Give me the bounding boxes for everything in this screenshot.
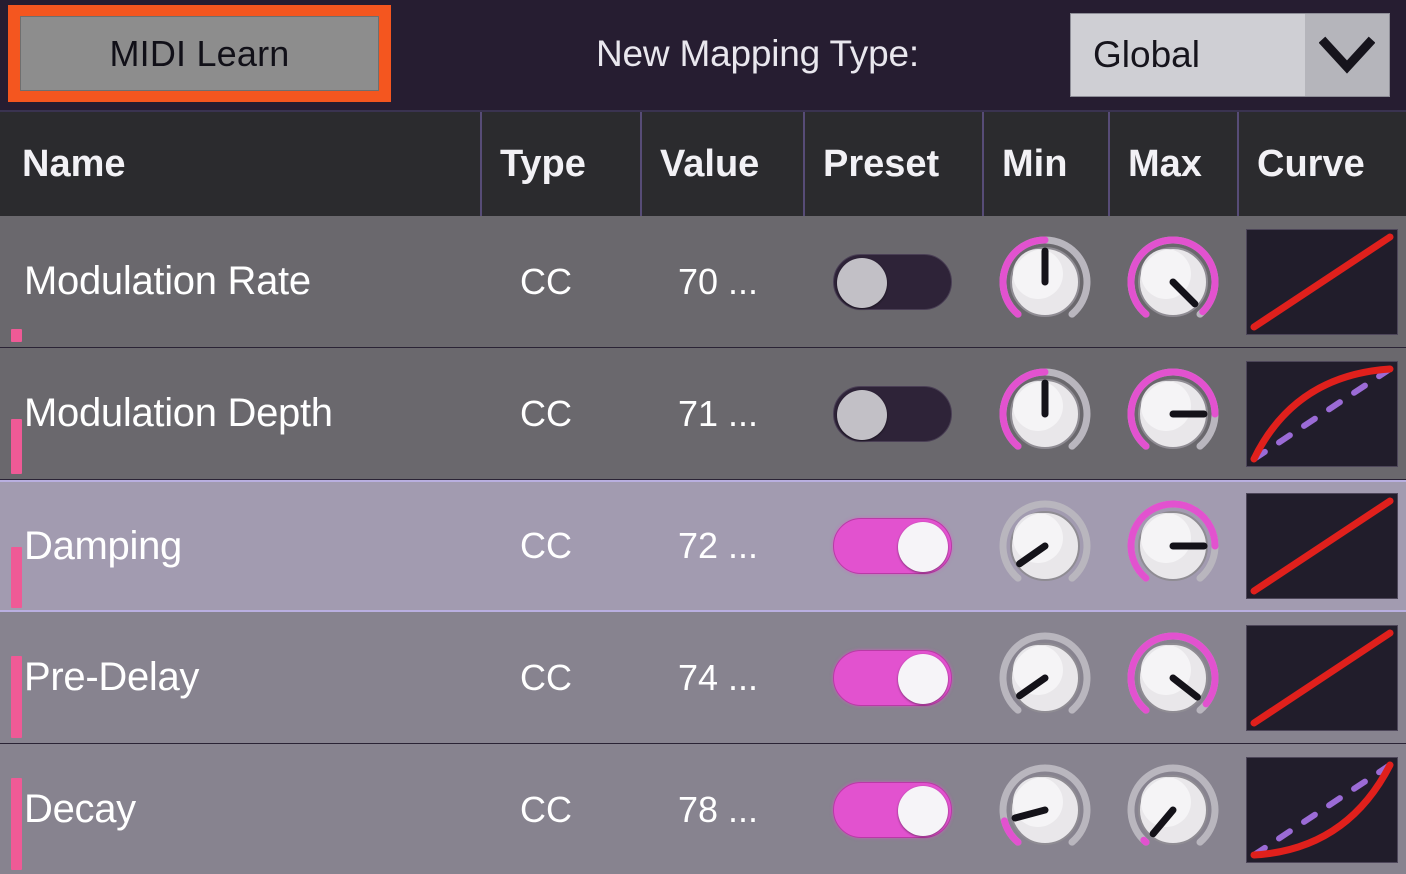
mapping-table: Name Type Value Preset Min Max Curve Modulatio…: [0, 110, 1406, 874]
toggle-thumb: [898, 653, 948, 704]
curve-thumbnail[interactable]: [1245, 360, 1398, 467]
cell-min: [982, 744, 1108, 874]
cell-mapping-type[interactable]: CC: [502, 482, 662, 610]
column-header-name[interactable]: Name: [0, 112, 480, 216]
table-row[interactable]: Damping CC 72 ...: [0, 480, 1406, 612]
table-row[interactable]: Modulation Rate CC 70 ...: [0, 216, 1406, 348]
toolbar: MIDI Learn New Mapping Type: Global: [0, 0, 1406, 110]
min-knob[interactable]: [996, 365, 1094, 463]
cell-preset: [803, 612, 982, 743]
new-mapping-type-value: Global: [1071, 14, 1305, 96]
cell-parameter-name[interactable]: Modulation Rate: [0, 216, 480, 347]
cell-min: [982, 216, 1108, 347]
chevron-down-icon: [1305, 14, 1389, 96]
new-mapping-type-dropdown[interactable]: Global: [1070, 13, 1390, 97]
toggle-thumb: [837, 389, 887, 440]
cell-curve: [1237, 744, 1406, 874]
min-knob[interactable]: [996, 629, 1094, 727]
cell-preset: [803, 744, 982, 874]
preset-toggle[interactable]: [833, 781, 952, 838]
cell-preset: [803, 216, 982, 347]
min-knob[interactable]: [996, 497, 1094, 595]
preset-toggle[interactable]: [833, 385, 952, 442]
max-knob[interactable]: [1124, 497, 1222, 595]
cell-curve: [1237, 216, 1406, 347]
curve-thumbnail[interactable]: [1245, 493, 1398, 599]
column-header-value[interactable]: Value: [640, 112, 803, 216]
cell-cc-value[interactable]: 71 ...: [660, 348, 823, 479]
cell-parameter-name[interactable]: Decay: [0, 744, 480, 874]
table-header-row: Name Type Value Preset Min Max Curve: [0, 110, 1406, 216]
min-knob[interactable]: [996, 233, 1094, 331]
table-row[interactable]: Pre-Delay CC 74 ...: [0, 612, 1406, 744]
column-header-max[interactable]: Max: [1108, 112, 1237, 216]
cell-mapping-type[interactable]: CC: [502, 348, 662, 479]
cell-parameter-name[interactable]: Modulation Depth: [0, 348, 480, 479]
max-knob[interactable]: [1124, 233, 1222, 331]
cell-preset: [803, 348, 982, 479]
table-body: Modulation Rate CC 70 ... Modulation Depth…: [0, 216, 1406, 874]
preset-toggle[interactable]: [833, 649, 952, 706]
column-header-type[interactable]: Type: [480, 112, 640, 216]
cell-max: [1108, 216, 1237, 347]
cell-curve: [1237, 482, 1406, 610]
toggle-thumb: [898, 522, 948, 572]
cell-curve: [1237, 348, 1406, 479]
min-knob[interactable]: [996, 761, 1094, 859]
preset-toggle[interactable]: [833, 518, 952, 574]
cell-max: [1108, 612, 1237, 743]
curve-thumbnail[interactable]: [1245, 624, 1398, 731]
midi-learn-highlight: MIDI Learn: [8, 5, 391, 102]
cell-parameter-name[interactable]: Damping: [0, 482, 480, 610]
cell-mapping-type[interactable]: CC: [502, 744, 662, 874]
new-mapping-type-label: New Mapping Type:: [596, 33, 919, 74]
cell-min: [982, 482, 1108, 610]
cell-cc-value[interactable]: 72 ...: [660, 482, 823, 610]
midi-mapping-window: MIDI Learn New Mapping Type: Global Name…: [0, 0, 1406, 874]
cell-curve: [1237, 612, 1406, 743]
cell-max: [1108, 482, 1237, 610]
max-knob[interactable]: [1124, 629, 1222, 727]
column-header-min[interactable]: Min: [982, 112, 1108, 216]
cell-mapping-type[interactable]: CC: [502, 612, 662, 743]
toggle-thumb: [837, 257, 887, 308]
max-knob[interactable]: [1124, 761, 1222, 859]
curve-thumbnail[interactable]: [1245, 756, 1398, 863]
cell-preset: [803, 482, 982, 610]
cell-cc-value[interactable]: 74 ...: [660, 612, 823, 743]
midi-learn-button[interactable]: MIDI Learn: [20, 16, 379, 91]
preset-toggle[interactable]: [833, 253, 952, 310]
cell-parameter-name[interactable]: Pre-Delay: [0, 612, 480, 743]
table-row[interactable]: Modulation Depth CC 71 ...: [0, 348, 1406, 480]
column-header-curve[interactable]: Curve: [1237, 112, 1406, 216]
curve-thumbnail[interactable]: [1245, 228, 1398, 335]
cell-max: [1108, 348, 1237, 479]
cell-min: [982, 348, 1108, 479]
toggle-thumb: [898, 785, 948, 836]
cell-mapping-type[interactable]: CC: [502, 216, 662, 347]
table-row[interactable]: Decay CC 78 ...: [0, 744, 1406, 874]
column-header-preset[interactable]: Preset: [803, 112, 982, 216]
max-knob[interactable]: [1124, 365, 1222, 463]
cell-cc-value[interactable]: 78 ...: [660, 744, 823, 874]
cell-cc-value[interactable]: 70 ...: [660, 216, 823, 347]
cell-min: [982, 612, 1108, 743]
cell-max: [1108, 744, 1237, 874]
